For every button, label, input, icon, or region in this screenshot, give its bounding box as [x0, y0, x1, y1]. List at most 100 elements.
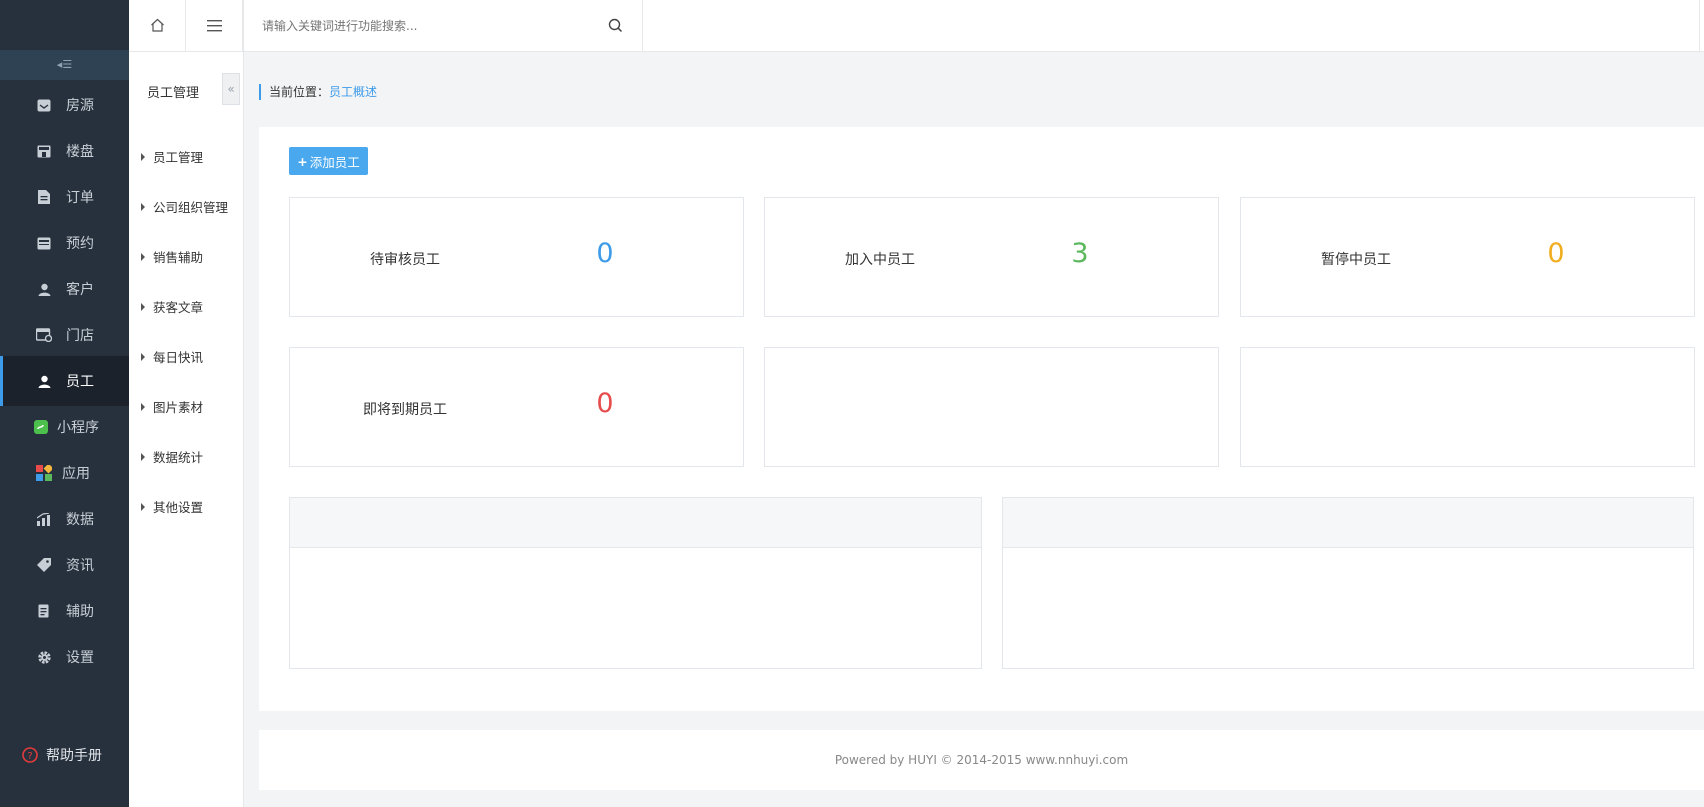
caret-right-icon [141, 502, 145, 511]
sidebar-item-customers[interactable]: 客户 [0, 264, 129, 314]
sidebar-item-data[interactable]: 数据 [0, 494, 129, 544]
search-icon[interactable] [608, 18, 623, 37]
store-icon [36, 327, 52, 343]
house-icon [36, 97, 52, 113]
stat-label: 待审核员工 [370, 252, 440, 268]
sidebar-item-label: 应用 [62, 466, 90, 482]
topbar-divider [1699, 0, 1700, 52]
submenu-item-label: 公司组织管理 [153, 200, 229, 215]
submenu-item[interactable]: 销售辅助 [141, 247, 203, 266]
stat-value: 0 [596, 238, 614, 269]
caret-right-icon [141, 202, 145, 211]
top-bar [244, 0, 1704, 52]
sidebar-item-label: 门店 [66, 328, 94, 344]
table-header [1003, 498, 1693, 548]
stat-card-expiring[interactable]: 即将到期员工 0 [289, 347, 744, 467]
stat-card-empty [764, 347, 1219, 467]
stat-card-pending[interactable]: 待审核员工 0 [289, 197, 744, 317]
sidebar-item-miniprogram[interactable]: 小程序 [0, 402, 129, 452]
plus-icon: + [297, 153, 308, 169]
sidebar-item-orders[interactable]: 订单 [0, 172, 129, 222]
sidebar-item-stores[interactable]: 门店 [0, 310, 129, 360]
submenu-fold-button[interactable]: « [222, 73, 240, 105]
sidebar-item-apps[interactable]: 应用 [0, 448, 129, 498]
sidebar-item-label: 预约 [66, 236, 94, 252]
sidebar-item-label: 员工 [66, 374, 94, 390]
sidebar-item-label: 小程序 [57, 420, 99, 436]
add-staff-label: 添加员工 [309, 154, 360, 170]
submenu-item[interactable]: 获客文章 [141, 297, 203, 316]
sidebar-item-label: 订单 [66, 190, 94, 206]
sidebar-item-appointments[interactable]: 预约 [0, 218, 129, 268]
assist-icon [36, 603, 52, 619]
tag-icon [36, 557, 52, 573]
submenu-item-label: 员工管理 [153, 150, 204, 165]
logo-area [0, 0, 129, 50]
sidebar-item-help[interactable]: ? 帮助手册 [0, 730, 129, 780]
sidebar-item-label: 数据 [66, 512, 94, 528]
stat-card-empty [1240, 347, 1695, 467]
footer: Powered by HUYI © 2014-2015 www.nnhuyi.c… [259, 730, 1704, 790]
breadcrumb-prefix: 当前位置： [269, 85, 330, 99]
breadcrumb: 当前位置：员工概述 [259, 84, 377, 100]
stat-value: 3 [1071, 238, 1089, 269]
chart-icon [36, 511, 52, 527]
stat-card-paused[interactable]: 暂停中员工 0 [1240, 197, 1695, 317]
stat-label: 即将到期员工 [363, 402, 447, 418]
sidebar-item-label: 楼盘 [66, 144, 94, 160]
main-sidebar: ◂☰ 房源 楼盘 订单 预约 客户 门店 员工 小程序 应用 数据 资讯 辅助 … [0, 0, 129, 807]
gear-icon [36, 649, 52, 665]
submenu-item-label: 获客文章 [153, 300, 204, 315]
calendar-icon [36, 235, 52, 251]
table-panel-right [1002, 497, 1694, 669]
sidebar-item-label: 客户 [66, 282, 94, 298]
breadcrumb-current[interactable]: 员工概述 [329, 85, 377, 99]
sidebar-item-label: 房源 [66, 98, 94, 114]
submenu-item[interactable]: 其他设置 [141, 497, 203, 516]
table-panel-left [289, 497, 982, 669]
submenu-toolbar [129, 0, 243, 52]
sidebar-item-settings[interactable]: 设置 [0, 632, 129, 682]
sidebar-item-listings[interactable]: 房源 [0, 80, 129, 130]
submenu-item-label: 每日快讯 [153, 350, 204, 365]
stat-label: 暂停中员工 [1321, 252, 1391, 268]
submenu-item-label: 销售辅助 [153, 250, 204, 265]
menu-toggle-button[interactable] [186, 0, 243, 52]
search-box [244, 0, 643, 52]
sidebar-item-assist[interactable]: 辅助 [0, 586, 129, 636]
caret-right-icon [141, 352, 145, 361]
add-staff-button[interactable]: + 添加员工 [289, 147, 368, 175]
sidebar-item-news[interactable]: 资讯 [0, 540, 129, 590]
sidebar-item-staff[interactable]: 员工 [0, 356, 129, 406]
stat-value: 0 [596, 388, 614, 419]
submenu-item[interactable]: 公司组织管理 [141, 197, 228, 216]
submenu-item[interactable]: 数据统计 [141, 447, 203, 466]
caret-right-icon [141, 152, 145, 161]
caret-right-icon [141, 252, 145, 261]
sidebar-item-label: 设置 [66, 650, 94, 666]
building-icon [36, 143, 52, 159]
caret-right-icon [141, 402, 145, 411]
submenu-item[interactable]: 图片素材 [141, 397, 203, 416]
sidebar-item-buildings[interactable]: 楼盘 [0, 126, 129, 176]
order-icon [36, 189, 52, 205]
submenu-panel: 员工管理 « 员工管理 公司组织管理 销售辅助 获客文章 每日快讯 图片素材 数… [129, 0, 244, 807]
search-input[interactable] [260, 15, 580, 37]
submenu-item-label: 其他设置 [153, 500, 204, 515]
home-icon [150, 17, 165, 36]
submenu-item-label: 数据统计 [153, 450, 204, 465]
submenu-title: 员工管理 [147, 86, 200, 101]
hamburger-icon [206, 17, 222, 36]
submenu-item-label: 图片素材 [153, 400, 204, 415]
sidebar-collapse-toggle[interactable]: ◂☰ [0, 50, 129, 80]
submenu-item[interactable]: 每日快讯 [141, 347, 203, 366]
submenu-item[interactable]: 员工管理 [141, 147, 203, 166]
sidebar-item-label: 辅助 [66, 604, 94, 620]
caret-right-icon [141, 452, 145, 461]
help-icon: ? [22, 747, 38, 763]
home-button[interactable] [129, 0, 186, 52]
stat-card-joining[interactable]: 加入中员工 3 [764, 197, 1219, 317]
miniprogram-icon [33, 419, 49, 435]
table-header [290, 498, 981, 548]
sidebar-item-label: 帮助手册 [46, 748, 102, 764]
